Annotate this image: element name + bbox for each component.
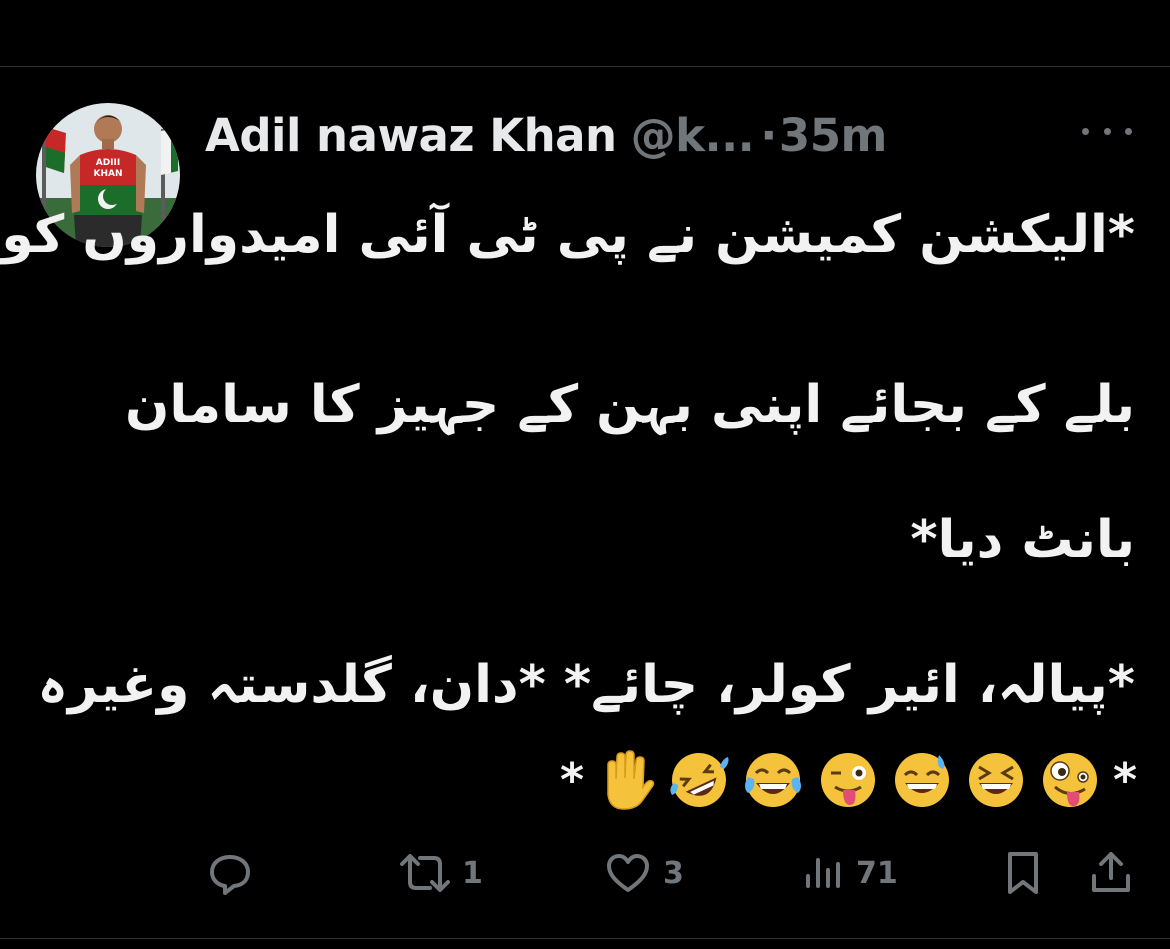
views-count: 71 [856, 855, 898, 891]
grinning-squinting-icon [965, 749, 1027, 811]
views-button[interactable]: 71 [800, 848, 898, 898]
reply-button[interactable] [205, 848, 255, 898]
tweet-text-line-2: بلے کے بجائے اپنی بہن کے جہیز کا سامان [124, 375, 1135, 435]
retweet-count: 1 [462, 855, 483, 891]
winking-tongue-icon [817, 749, 879, 811]
tweet-text-line-4: *پیالہ، ائیر کولر، چائے* *دان، گلدستہ وغ… [37, 655, 1135, 715]
rolling-on-floor-laughing-icon [668, 749, 730, 811]
emoji-line-asterisk-right: * [1113, 753, 1138, 807]
avatar-shirt-line-2: KHAN [93, 169, 122, 179]
tweet-text-line-3: بانٹ دیا* [910, 510, 1135, 570]
top-divider [0, 66, 1170, 67]
more-dot-icon [1125, 127, 1132, 135]
more-dot-icon [1103, 127, 1111, 135]
more-dot-icon [1082, 127, 1089, 135]
tweet-header: Adil nawaz Khan @k... · 35m [205, 100, 887, 170]
share-button[interactable] [1088, 848, 1134, 898]
avatar-shirt-line-1: ADIII [96, 158, 120, 168]
heart-icon [603, 848, 653, 898]
share-icon [1088, 848, 1134, 898]
retweet-icon [398, 848, 452, 898]
views-icon [800, 848, 846, 898]
emoji-line-asterisk-left: * [560, 753, 585, 807]
like-count: 3 [663, 855, 684, 891]
user-handle[interactable]: @k... [631, 109, 755, 162]
bottom-divider [0, 938, 1170, 939]
emoji-line: * * [560, 745, 1138, 815]
display-name[interactable]: Adil nawaz Khan [205, 109, 617, 162]
zany-face-icon [1039, 749, 1101, 811]
like-button[interactable]: 3 [603, 848, 684, 898]
retweet-button[interactable]: 1 [398, 848, 483, 898]
raised-hand-icon [594, 749, 656, 811]
more-options-button[interactable] [1082, 116, 1132, 146]
tears-of-joy-icon [742, 749, 804, 811]
bookmark-button[interactable] [1000, 848, 1046, 898]
tweet-text-line-1: *الیکشن کمیشن نے پی ٹی آئی امیدواروں کو [1, 205, 1135, 265]
separator-dot: · [760, 108, 777, 162]
timestamp[interactable]: 35m [779, 109, 888, 162]
grinning-sweat-icon [891, 749, 953, 811]
bookmark-icon [1000, 848, 1046, 898]
reply-icon [205, 848, 255, 898]
